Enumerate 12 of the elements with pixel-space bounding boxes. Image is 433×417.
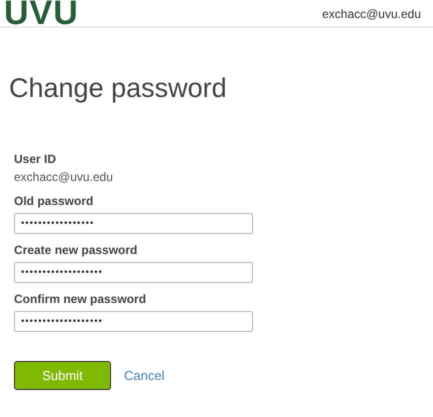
account-email: exchacc@uvu.edu — [322, 7, 421, 21]
field-label: User ID — [14, 152, 58, 167]
field-label: Confirm new password — [14, 292, 148, 307]
cancel-link[interactable]: Cancel — [124, 368, 164, 383]
field-label: Create new password — [14, 243, 138, 258]
field-label: Old password — [14, 194, 94, 209]
password-field[interactable]: ••••••••••••••••••• — [14, 311, 253, 332]
user-id-value: exchacc@uvu.edu — [14, 170, 114, 185]
page-title: Change password — [9, 72, 228, 105]
password-field[interactable]: ••••••••••••••••••• — [14, 262, 253, 283]
logo: UVU — [4, 0, 79, 26]
password-field[interactable]: ••••••••••••••••• — [14, 213, 253, 234]
